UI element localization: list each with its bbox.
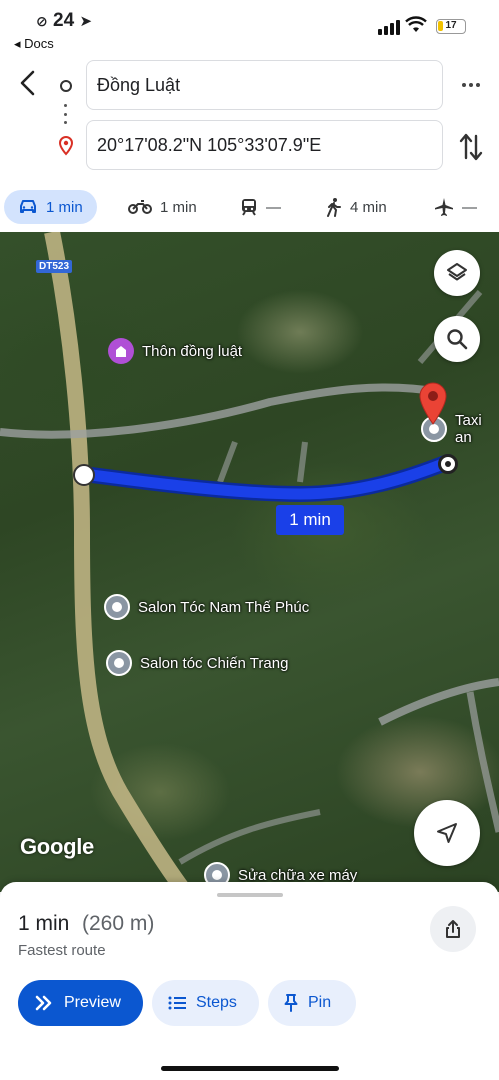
pin-button-label: Pin [308,994,332,1011]
map-roads [0,232,499,892]
route-distance: (260 m) [82,912,155,935]
tab-transit-label: — [266,198,281,216]
tab-driving-label: 1 min [46,198,83,216]
share-button[interactable] [430,906,476,952]
recenter-button[interactable] [414,800,480,866]
tab-motorbike-label: 1 min [160,198,197,216]
tab-driving[interactable]: 1 min [4,190,97,224]
preview-button-label: Preview [64,994,121,1011]
motorbike-icon [128,200,152,214]
search-icon [447,329,468,350]
preview-button[interactable]: Preview [18,980,143,1026]
poi-taxi-label: Taxi an [455,412,482,446]
place-pin-icon [104,594,130,620]
layers-button[interactable] [434,250,480,296]
origin-field[interactable]: Đồng Luật [86,60,443,110]
destination-field-value: 20°17'08.2"N 105°33'07.9"E [97,134,322,155]
focus-icon: ⊘ [36,13,48,29]
poi-village-label: Thôn đồng luật [142,342,243,360]
route-duration: 1 min [18,912,70,935]
steps-button[interactable]: Steps [152,980,259,1026]
status-time: ⊘ 24 ➤ [36,10,93,31]
origin-dot-icon [60,80,72,92]
navigation-arrow-icon [437,823,457,843]
route-end-marker [438,454,458,474]
status-bar: ⊘ 24 ➤ ◂ Docs 17 [0,0,499,56]
battery-icon: 17 [436,19,466,34]
landmark-icon [108,338,134,364]
wifi-icon [405,16,427,32]
poi-repair-label: Sửa chữa xe máy [238,866,358,884]
cellular-signal-icon [378,20,400,35]
walk-icon [327,198,341,217]
flight-icon [435,198,453,216]
swap-directions-icon[interactable] [456,130,486,164]
road-badge: DT523 [36,260,73,273]
destination-field[interactable]: 20°17'08.2"N 105°33'07.9"E [86,120,443,170]
poi-village[interactable]: Thôn đồng luật [108,338,242,364]
destination-pin-icon [58,136,74,156]
poi-salon-2[interactable]: Salon tóc Chiến Trang [106,650,288,676]
battery-level: 17 [445,20,457,31]
travel-mode-tabs: 1 min 1 min — 4 min — [0,184,499,230]
route-summary-sheet: 1 min (260 m) Fastest route Preview Step… [0,882,499,1080]
car-icon [20,200,36,213]
home-indicator[interactable] [161,1066,339,1071]
map-search-button[interactable] [434,316,480,362]
share-icon [446,920,460,938]
double-chevron-icon [35,995,52,1011]
route-duration-label[interactable]: 1 min [276,505,344,535]
route-connector-icon [64,104,68,124]
layers-icon [447,263,467,281]
tab-transit[interactable]: — [240,190,281,224]
steps-button-label: Steps [196,994,237,1011]
map-view[interactable]: DT523 Thôn đồng luật Salon Tóc Nam Thế P… [0,232,499,892]
tab-walking-label: 4 min [350,198,387,216]
poi-salon-1[interactable]: Salon Tóc Nam Thế Phúc [104,594,309,620]
sheet-drag-handle[interactable] [217,893,283,897]
tab-walking[interactable]: 4 min [326,190,387,224]
route-description: Fastest route [18,942,106,959]
place-pin-icon [106,650,132,676]
poi-salon-1-label: Salon Tóc Nam Thế Phúc [138,598,310,616]
back-arrow-icon[interactable] [14,68,44,98]
tab-flight-label: — [462,198,477,216]
route-start-marker [73,464,95,486]
list-icon [168,996,186,1010]
back-to-app-link[interactable]: ◂ Docs [14,36,54,52]
location-arrow-icon: ➤ [79,13,93,30]
destination-marker-icon [419,382,447,425]
more-options-icon[interactable] [458,72,484,98]
transit-icon [242,199,256,216]
pin-button[interactable]: Pin [268,980,356,1026]
pushpin-icon [284,994,298,1012]
origin-field-value: Đồng Luật [97,74,181,95]
poi-salon-2-label: Salon tóc Chiến Trang [140,654,289,672]
tab-motorbike[interactable]: 1 min [128,190,197,224]
google-logo: Google [20,834,94,859]
tab-flight[interactable]: — [434,190,477,224]
